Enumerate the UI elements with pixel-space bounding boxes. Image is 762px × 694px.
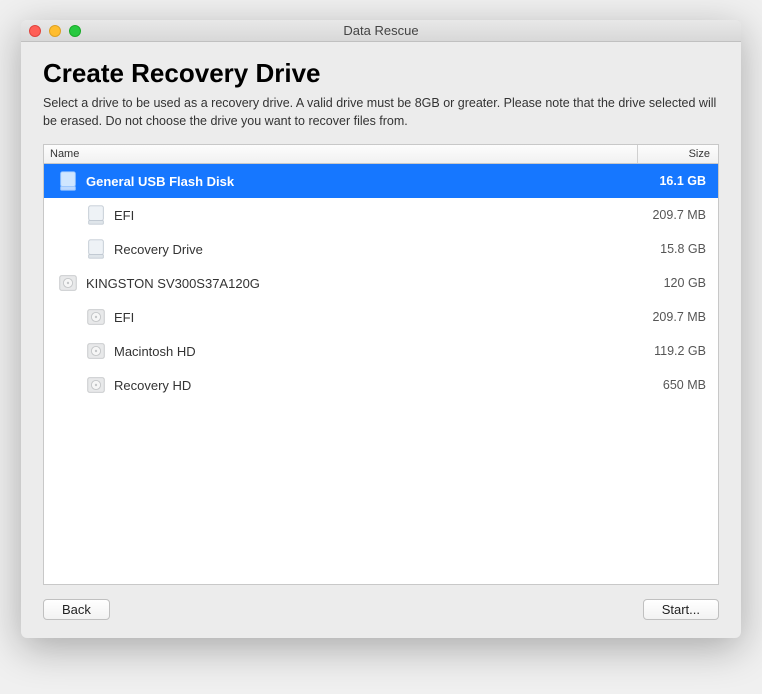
partition-icon-cell: [84, 374, 108, 396]
internal-drive-icon: [85, 340, 107, 362]
partition-name: EFI: [114, 310, 628, 325]
window-title: Data Rescue: [343, 23, 418, 38]
partition-name: EFI: [114, 208, 628, 223]
page-title: Create Recovery Drive: [43, 58, 719, 89]
drive-row[interactable]: KINGSTON SV300S37A120G 120 GB: [44, 266, 718, 300]
back-button[interactable]: Back: [43, 599, 110, 620]
partition-icon-cell: [84, 204, 108, 226]
drive-list[interactable]: General USB Flash Disk 16.1 GB EFI 209.7…: [44, 164, 718, 584]
maximize-icon[interactable]: [69, 25, 81, 37]
drive-icon-cell: [56, 272, 80, 294]
internal-drive-icon: [85, 306, 107, 328]
partition-name: Recovery HD: [114, 378, 628, 393]
column-size[interactable]: Size: [638, 145, 718, 163]
partition-size: 209.7 MB: [628, 208, 718, 222]
close-icon[interactable]: [29, 25, 41, 37]
external-drive-icon: [85, 204, 107, 226]
drive-name: General USB Flash Disk: [86, 174, 628, 189]
start-button[interactable]: Start...: [643, 599, 719, 620]
window-controls: [29, 25, 81, 37]
partition-row[interactable]: Recovery Drive 15.8 GB: [44, 232, 718, 266]
partition-row[interactable]: EFI 209.7 MB: [44, 300, 718, 334]
partition-icon-cell: [84, 238, 108, 260]
partition-row[interactable]: Recovery HD 650 MB: [44, 368, 718, 402]
drive-size: 16.1 GB: [628, 174, 718, 188]
drive-row[interactable]: General USB Flash Disk 16.1 GB: [44, 164, 718, 198]
partition-size: 650 MB: [628, 378, 718, 392]
drive-size: 120 GB: [628, 276, 718, 290]
partition-icon-cell: [84, 306, 108, 328]
internal-drive-icon: [57, 272, 79, 294]
column-name[interactable]: Name: [44, 145, 638, 163]
drive-icon-cell: [56, 170, 80, 192]
partition-row[interactable]: EFI 209.7 MB: [44, 198, 718, 232]
minimize-icon[interactable]: [49, 25, 61, 37]
external-drive-icon: [85, 238, 107, 260]
button-bar: Back Start...: [43, 599, 719, 626]
partition-size: 209.7 MB: [628, 310, 718, 324]
titlebar: Data Rescue: [21, 20, 741, 42]
partition-size: 15.8 GB: [628, 242, 718, 256]
content-area: Create Recovery Drive Select a drive to …: [21, 42, 741, 638]
external-drive-icon: [57, 170, 79, 192]
app-window: Data Rescue Create Recovery Drive Select…: [21, 20, 741, 638]
drive-name: KINGSTON SV300S37A120G: [86, 276, 628, 291]
partition-name: Recovery Drive: [114, 242, 628, 257]
internal-drive-icon: [85, 374, 107, 396]
drive-table: Name Size General USB Flash Disk 16.1 GB…: [43, 144, 719, 585]
partition-name: Macintosh HD: [114, 344, 628, 359]
page-description: Select a drive to be used as a recovery …: [43, 95, 719, 130]
partition-icon-cell: [84, 340, 108, 362]
partition-size: 119.2 GB: [628, 344, 718, 358]
table-header: Name Size: [44, 145, 718, 164]
partition-row[interactable]: Macintosh HD 119.2 GB: [44, 334, 718, 368]
